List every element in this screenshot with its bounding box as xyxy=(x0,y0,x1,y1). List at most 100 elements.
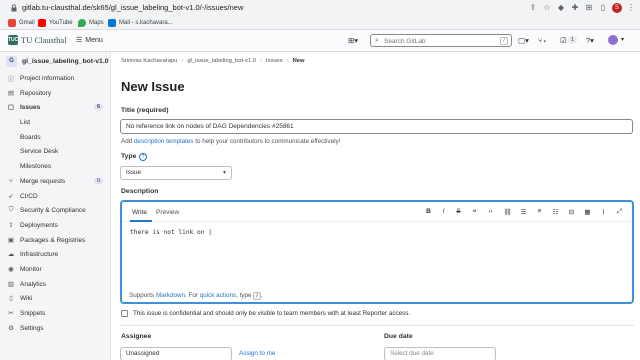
chart-icon: ▥ xyxy=(7,281,15,288)
tab-preview[interactable]: Preview xyxy=(156,209,179,216)
gmail-icon xyxy=(8,19,16,27)
breadcrumb-issues[interactable]: Issues xyxy=(266,58,283,64)
bullet-list-icon[interactable]: ☰ xyxy=(519,208,528,216)
breadcrumb-project[interactable]: gl_issue_labeling_bot-v1.0 xyxy=(187,58,256,64)
description-templates-help: Add description templates to help your c… xyxy=(121,138,341,145)
confidential-label[interactable]: This issue is confidential and should on… xyxy=(133,310,410,317)
breadcrumb-separator: › xyxy=(181,58,184,64)
sidebar-item-boards[interactable]: Boards xyxy=(0,130,111,144)
strikethrough-icon[interactable]: S xyxy=(454,208,463,215)
profile-avatar[interactable]: S xyxy=(612,3,622,13)
sidebar-item-project-information[interactable]: ⓘ Project information xyxy=(0,71,111,85)
user-avatar[interactable] xyxy=(608,35,618,45)
sidebar-item-snippets[interactable]: ✂ Snippets xyxy=(0,306,111,320)
quick-actions-link[interactable]: quick actions xyxy=(200,292,236,299)
italic-icon[interactable]: I xyxy=(439,208,448,215)
bookmark-mail[interactable]: Mail - s.kachavara... xyxy=(108,18,173,28)
issues-header-icon[interactable]: ▢▾ xyxy=(518,36,529,45)
type-select[interactable]: Issue ▾ xyxy=(120,166,232,180)
title-input[interactable] xyxy=(120,119,633,134)
breadcrumb-separator: › xyxy=(259,58,262,64)
monitor-icon: ◉ xyxy=(8,266,14,273)
maps-icon xyxy=(78,19,86,27)
sidebar-item-repository[interactable]: ▤ Repository xyxy=(0,86,111,100)
tab-write[interactable]: Write xyxy=(132,209,147,216)
title-label: Title (required) xyxy=(121,107,169,114)
kebab-menu-icon[interactable]: ⋮ xyxy=(626,3,636,13)
sidebar-item-settings[interactable]: ⚙ Settings xyxy=(0,321,111,335)
sidepanel-icon[interactable]: ▯ xyxy=(598,3,608,13)
chevron-down-icon: ▾ xyxy=(223,170,227,176)
assignee-select[interactable]: Unassigned xyxy=(120,347,232,360)
active-tab-indicator xyxy=(130,220,152,222)
tab-search-icon[interactable]: ⊞ xyxy=(584,3,594,13)
link-icon[interactable]: ⛓ xyxy=(503,208,512,216)
collapsible-icon[interactable]: ⊟ xyxy=(567,208,576,216)
numbered-list-icon[interactable]: ≡ xyxy=(535,208,544,215)
chevron-down-icon[interactable]: ▾ xyxy=(621,36,624,43)
merge-requests-header-icon[interactable]: ⑂▾ xyxy=(538,36,547,45)
code-icon[interactable]: ‹› xyxy=(486,208,495,215)
confidential-checkbox[interactable] xyxy=(121,310,128,317)
breadcrumb-user[interactable]: Srinivas Kachavarapu xyxy=(121,58,177,64)
search-input[interactable] xyxy=(384,36,496,46)
attach-file-icon[interactable]: ⌇ xyxy=(599,208,608,216)
sidebar-item-monitor[interactable]: ◉ Monitor xyxy=(0,262,111,276)
sidebar-item-merge-requests[interactable]: ⑂ Merge requests 0 xyxy=(0,174,111,188)
fullscreen-icon[interactable]: ⤢ xyxy=(615,208,624,216)
sidebar-item-wiki[interactable]: ▯ Wiki xyxy=(0,291,111,305)
extension-icon[interactable]: ◆ xyxy=(556,3,566,13)
puzzle-icon[interactable]: ✚ xyxy=(570,3,580,13)
todo-icon[interactable]: ☑ xyxy=(560,36,567,45)
gitlab-header: TUC TU Clausthal ☰Menu ⊞▾ ⌕ / ▢▾ ⑂▾ ☑ 1 … xyxy=(0,30,640,52)
help-icon[interactable]: ?▾ xyxy=(586,36,594,45)
hamburger-icon: ☰ xyxy=(76,37,83,44)
sidebar-item-packages-registries[interactable]: ▣ Packages & Registries xyxy=(0,233,111,247)
description-textarea[interactable]: there is not link on | xyxy=(130,229,212,236)
sidebar-item-deployments[interactable]: ⇪ Deployments xyxy=(0,218,111,232)
page-title: New Issue xyxy=(121,79,185,94)
deploy-icon: ⇪ xyxy=(8,222,14,229)
bookmark-youtube[interactable]: YouTube xyxy=(38,18,73,28)
sidebar-item-ci-cd[interactable]: ➶ CI/CD xyxy=(0,189,111,203)
description-label: Description xyxy=(121,188,159,195)
due-date-input[interactable]: Select due date xyxy=(384,347,496,360)
address-bar[interactable]: gitlab.tu-clausthal.de/sk65/gl_issue_lab… xyxy=(0,0,640,16)
share-icon[interactable]: ⇪ xyxy=(528,3,538,13)
star-icon[interactable]: ☆ xyxy=(542,3,552,13)
sidebar-item-issues[interactable]: ▢ Issues 6 xyxy=(0,100,111,114)
bookmarks-bar: Gmail YouTube Maps Mail - s.kachavara... xyxy=(0,16,640,30)
markdown-link[interactable]: Markdown xyxy=(156,292,185,299)
sidebar-item-list[interactable]: List xyxy=(0,115,111,129)
project-name[interactable]: gl_issue_labeling_bot-v1.0 xyxy=(22,58,109,65)
snippet-icon: ✂ xyxy=(8,310,14,317)
bold-icon[interactable]: B xyxy=(424,208,433,215)
description-templates-link[interactable]: description templates xyxy=(134,138,194,145)
bookmark-gmail[interactable]: Gmail xyxy=(8,18,35,28)
bookmark-maps[interactable]: Maps xyxy=(78,18,104,28)
issues-icon: ▢ xyxy=(7,104,15,111)
sidebar-item-service-desk[interactable]: Service Desk xyxy=(0,144,111,158)
sidebar-item-milestones[interactable]: Milestones xyxy=(0,159,111,173)
question-icon[interactable]: ? xyxy=(139,153,147,161)
assign-to-me-link[interactable]: Assign to me xyxy=(239,350,275,357)
project-avatar[interactable]: G xyxy=(6,56,17,67)
menu-button[interactable]: ☰ Menu xyxy=(76,36,103,45)
table-icon[interactable]: ▦ xyxy=(583,208,592,216)
editor-footer: Supports Markdown. For quick actions, ty… xyxy=(122,288,632,302)
quote-icon[interactable]: ❝ xyxy=(470,208,479,216)
breadcrumb-current: New xyxy=(292,58,305,64)
url-text[interactable]: gitlab.tu-clausthal.de/sk65/gl_issue_lab… xyxy=(22,3,243,12)
package-icon: ▣ xyxy=(7,237,15,244)
sidebar-item-infrastructure[interactable]: ☁ Infrastructure xyxy=(0,247,111,261)
issues-count-badge: 6 xyxy=(93,104,103,110)
brand-name[interactable]: TU Clausthal xyxy=(21,35,67,45)
tu-clausthal-logo[interactable]: TUC xyxy=(8,35,18,45)
info-icon: ⓘ xyxy=(7,76,15,83)
task-list-icon[interactable]: ☷ xyxy=(551,208,560,216)
new-dropdown-icon[interactable]: ⊞▾ xyxy=(348,36,358,45)
sidebar-item-security-compliance[interactable]: ⛉ Security & Compliance xyxy=(0,203,111,217)
search-box[interactable]: ⌕ / xyxy=(370,34,512,47)
assignee-label: Assignee xyxy=(121,333,152,340)
sidebar-item-analytics[interactable]: ▥ Analytics xyxy=(0,277,111,291)
